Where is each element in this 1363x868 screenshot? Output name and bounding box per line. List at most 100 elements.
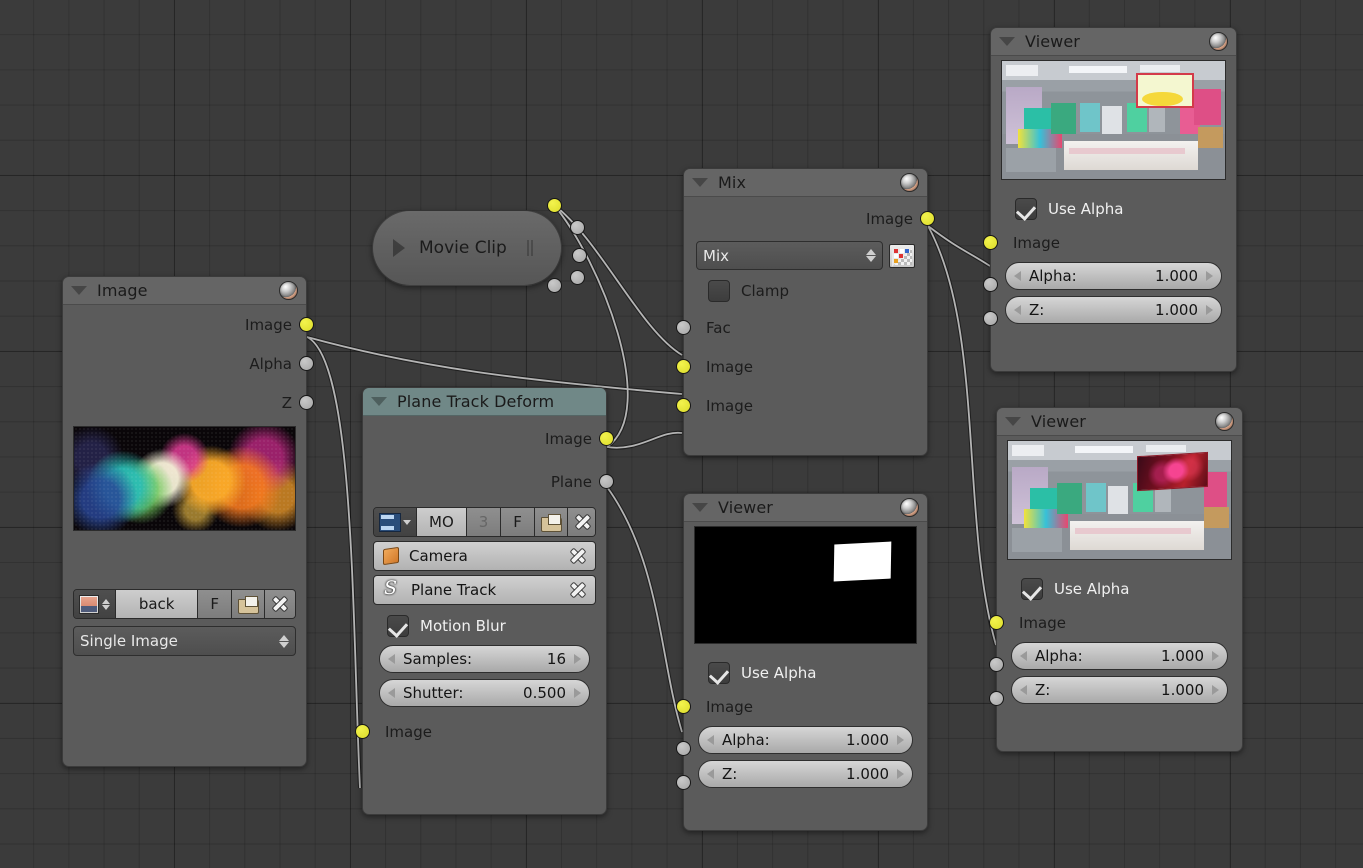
unlink-image-button[interactable]: [265, 590, 295, 618]
movieclip-socket-image[interactable]: [547, 198, 562, 213]
image-name-field[interactable]: back: [116, 590, 198, 618]
shutter-field[interactable]: Shutter: 0.500: [379, 679, 590, 707]
increment-arrow-icon[interactable]: [574, 688, 581, 698]
decrement-arrow-icon[interactable]: [388, 688, 395, 698]
object-field[interactable]: Camera: [373, 541, 596, 571]
movieclip-socket-offsety[interactable]: [570, 270, 585, 285]
output-socket-image[interactable]: Image: [63, 305, 306, 344]
clamp-checkbox[interactable]: [708, 280, 730, 302]
increment-arrow-icon[interactable]: [897, 769, 904, 779]
browse-image-button[interactable]: [74, 590, 116, 618]
decrement-arrow-icon[interactable]: [1020, 651, 1027, 661]
use-alpha-row[interactable]: Use Alpha: [997, 566, 1242, 606]
decrement-arrow-icon[interactable]: [707, 735, 714, 745]
browse-movieclip-button[interactable]: [374, 508, 417, 536]
socket-alpha-in[interactable]: [676, 741, 691, 756]
socket-z-in[interactable]: [989, 691, 1004, 706]
image-node-header[interactable]: Image: [63, 277, 306, 305]
image-datablock-toolbar[interactable]: back F: [73, 589, 296, 619]
viewer-node-middle[interactable]: Viewer Use Alpha Image Alpha: 1.000: [683, 493, 928, 831]
socket-image-out[interactable]: [920, 211, 935, 226]
node-preview-sphere-icon[interactable]: [1215, 412, 1234, 431]
socket-image-out[interactable]: [599, 431, 614, 446]
collapse-triangle-icon[interactable]: [371, 397, 387, 406]
socket-z-in[interactable]: [676, 775, 691, 790]
viewer-node-bottom-right[interactable]: Viewer: [996, 407, 1243, 752]
shutter-row[interactable]: Shutter: 0.500: [363, 675, 606, 711]
use-alpha-row[interactable]: Use Alpha: [684, 650, 927, 690]
x-close-icon[interactable]: [569, 581, 587, 599]
node-preview-sphere-icon[interactable]: [1209, 32, 1228, 51]
output-socket-plane[interactable]: Plane: [363, 462, 606, 501]
collapse-triangle-icon[interactable]: [71, 286, 87, 295]
increment-arrow-icon[interactable]: [1206, 271, 1213, 281]
collapse-triangle-icon[interactable]: [692, 503, 708, 512]
viewer-header[interactable]: Viewer: [684, 494, 927, 522]
decrement-arrow-icon[interactable]: [1014, 305, 1021, 315]
input-socket-image[interactable]: Image: [363, 711, 606, 753]
z-row[interactable]: Z: 1.000: [997, 672, 1242, 708]
collapse-triangle-icon[interactable]: [692, 178, 708, 187]
socket-z-in[interactable]: [983, 311, 998, 326]
input-socket-fac[interactable]: Fac: [684, 308, 927, 347]
socket-image2-in[interactable]: [676, 398, 691, 413]
movieclip-datablock-toolbar[interactable]: MO 3 F: [373, 507, 596, 537]
alpha-field[interactable]: Alpha: 1.000: [698, 726, 913, 754]
output-socket-image[interactable]: Image: [363, 416, 606, 462]
alpha-field[interactable]: Alpha: 1.000: [1011, 642, 1228, 670]
x-close-icon[interactable]: [569, 547, 587, 565]
input-socket-image2[interactable]: Image: [684, 386, 927, 425]
decrement-arrow-icon[interactable]: [1020, 685, 1027, 695]
open-image-button[interactable]: [232, 590, 265, 618]
use-alpha-checkbox[interactable]: [708, 662, 730, 684]
samples-field[interactable]: Samples: 16: [379, 645, 590, 673]
socket-fac-in[interactable]: [676, 320, 691, 335]
increment-arrow-icon[interactable]: [1212, 685, 1219, 695]
mix-node[interactable]: Mix Image Mix: [683, 168, 928, 456]
use-alpha-row[interactable]: Use Alpha: [991, 186, 1236, 226]
viewer-header[interactable]: Viewer: [991, 28, 1236, 56]
output-socket-alpha[interactable]: Alpha: [63, 344, 306, 383]
movieclip-socket-scale[interactable]: [547, 278, 562, 293]
open-movieclip-button[interactable]: [535, 508, 568, 536]
node-resize-grip[interactable]: [527, 240, 533, 256]
expand-triangle-icon[interactable]: [393, 239, 405, 257]
movieclip-name-field[interactable]: MO: [417, 508, 467, 536]
socket-image-in[interactable]: [983, 235, 998, 250]
image-node[interactable]: Image Image Alpha Z: [62, 276, 307, 767]
input-socket-image[interactable]: Image: [684, 690, 927, 724]
socket-image-in[interactable]: [676, 699, 691, 714]
use-alpha-checkbox[interactable]: [1015, 198, 1037, 220]
decrement-arrow-icon[interactable]: [707, 769, 714, 779]
blend-mode-dropdown[interactable]: Mix: [696, 241, 883, 270]
output-socket-image[interactable]: Image: [684, 197, 927, 241]
alpha-row[interactable]: Alpha: 1.000: [991, 260, 1236, 292]
image-source-row[interactable]: Single Image: [63, 623, 306, 659]
viewer-node-top-right[interactable]: Viewer: [990, 27, 1237, 372]
motion-blur-checkbox[interactable]: [387, 615, 409, 637]
decrement-arrow-icon[interactable]: [388, 654, 395, 664]
image-source-dropdown[interactable]: Single Image: [73, 626, 296, 656]
increment-arrow-icon[interactable]: [897, 735, 904, 745]
fake-user-button[interactable]: F: [501, 508, 535, 536]
output-socket-z[interactable]: Z: [63, 383, 306, 422]
plane-track-field[interactable]: Plane Track: [373, 575, 596, 605]
collapse-triangle-icon[interactable]: [1005, 417, 1021, 426]
decrement-arrow-icon[interactable]: [1014, 271, 1021, 281]
node-preview-sphere-icon[interactable]: [279, 281, 298, 300]
use-alpha-checkbox[interactable]: [1021, 578, 1043, 600]
socket-alpha-out[interactable]: [299, 356, 314, 371]
motion-blur-row[interactable]: Motion Blur: [363, 609, 606, 643]
node-editor-canvas[interactable]: Image Image Alpha Z: [0, 0, 1363, 868]
unlink-movieclip-button[interactable]: [568, 508, 596, 536]
z-field[interactable]: Z: 1.000: [698, 760, 913, 788]
plane-track-deform-header[interactable]: Plane Track Deform: [363, 388, 606, 416]
socket-image-in[interactable]: [355, 724, 370, 739]
z-field[interactable]: Z: 1.000: [1005, 296, 1222, 324]
increment-arrow-icon[interactable]: [1206, 305, 1213, 315]
collapse-triangle-icon[interactable]: [999, 37, 1015, 46]
z-field[interactable]: Z: 1.000: [1011, 676, 1228, 704]
z-row[interactable]: Z: 1.000: [991, 292, 1236, 328]
z-row[interactable]: Z: 1.000: [684, 756, 927, 792]
node-preview-sphere-icon[interactable]: [900, 173, 919, 192]
